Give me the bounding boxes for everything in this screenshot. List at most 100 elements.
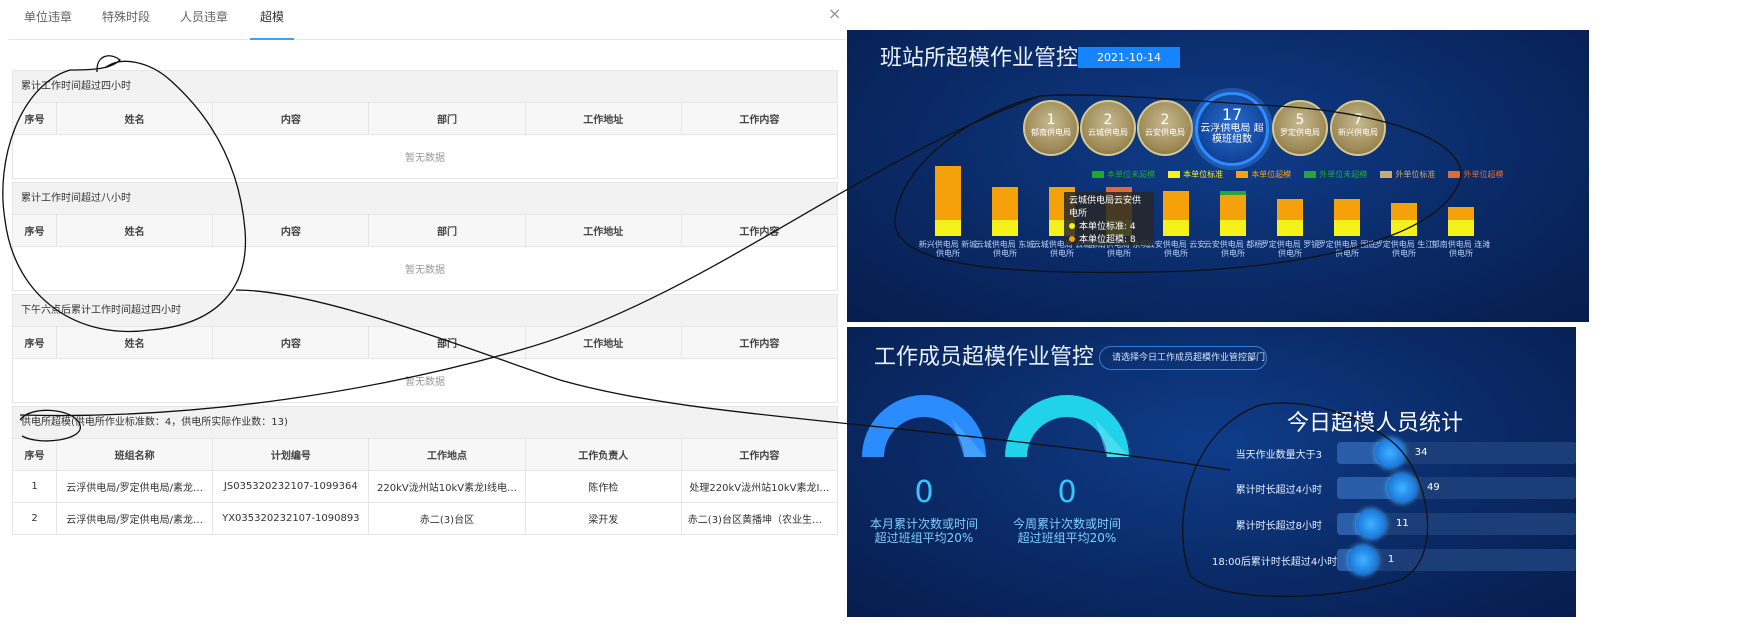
- tab-special-period[interactable]: 特殊时段: [92, 0, 160, 40]
- column-header[interactable]: 工作地址: [524, 102, 682, 135]
- bar-segment[interactable]: [992, 219, 1018, 236]
- data-table: 序号 班组名称 计划编号 工作地点 工作负责人 工作内容 1 云浮供电局/罗定供…: [11, 438, 839, 535]
- bubble-yuncheng[interactable]: 2 云城供电局: [1080, 100, 1136, 156]
- bar-segment[interactable]: [1277, 199, 1303, 220]
- bar-segment[interactable]: [1334, 199, 1360, 220]
- tab-unit-violation[interactable]: 单位违章: [14, 0, 82, 40]
- bar-segment[interactable]: [1391, 203, 1417, 220]
- column-header[interactable]: 内容: [212, 102, 370, 135]
- legend-item[interactable]: 外单位超模: [1448, 169, 1503, 180]
- legend-label: 外单位超模: [1463, 170, 1504, 179]
- tooltip-dot: [1069, 223, 1075, 229]
- bar-segment[interactable]: [992, 186, 1018, 220]
- date-badge[interactable]: 2021-10-14: [1078, 47, 1180, 68]
- column-header[interactable]: 序号: [11, 214, 58, 247]
- bubble-count: 2: [1103, 112, 1113, 128]
- column-header[interactable]: 姓名: [56, 214, 214, 247]
- column-header[interactable]: 内容: [212, 326, 370, 359]
- column-header[interactable]: 工作内容: [680, 214, 839, 247]
- section-station-overload: 供电所超模(供电所作业标准数：4，供电所实际作业数：13) 序号 班组名称 计划…: [11, 406, 839, 535]
- bar-segment[interactable]: [935, 166, 961, 220]
- column-header[interactable]: 工作地址: [524, 326, 682, 359]
- column-header[interactable]: 姓名: [56, 102, 214, 135]
- data-table: 序号 姓名 内容 部门 工作地址 工作内容 暂无数据: [11, 102, 839, 179]
- bubble-total[interactable]: 17 云浮供电局 超模班组数: [1195, 92, 1269, 166]
- bar-segment[interactable]: [1277, 219, 1303, 236]
- stat-knob: [1347, 545, 1378, 575]
- gauge-graphics: [862, 395, 1129, 457]
- legend-item[interactable]: 本单位未超模: [1092, 169, 1155, 180]
- bar-segment[interactable]: [1220, 194, 1246, 220]
- cell-plan-no: YX035320232107-1090893: [212, 502, 370, 535]
- bubble-luoding[interactable]: 5 罗定供电局: [1272, 100, 1328, 156]
- cell-location: 赤二(3)台区: [368, 502, 526, 535]
- legend-item[interactable]: 本单位超模: [1236, 169, 1291, 180]
- column-header[interactable]: 序号: [11, 438, 58, 471]
- tab-personnel-violation[interactable]: 人员违章: [170, 0, 238, 40]
- cell-index: 2: [11, 502, 58, 535]
- stat-label: 当天作业数量大于3: [1235, 450, 1322, 461]
- x-tick-label: 罗定供电局 生江供电所: [1374, 240, 1434, 258]
- cell-team: 云浮供电局/罗定供电局/素龙…: [56, 470, 214, 503]
- table-row[interactable]: 2 云浮供电局/罗定供电局/素龙… YX035320232107-1090893…: [11, 502, 839, 535]
- bar-segment[interactable]: [1220, 219, 1246, 236]
- tooltip-line-overload: 本单位超模: 8: [1069, 234, 1149, 247]
- gauge-caption-line: 本月累计次数或时间: [869, 517, 978, 531]
- column-header[interactable]: 计划编号: [212, 438, 370, 471]
- bubble-xinxing[interactable]: 7 新兴供电局: [1330, 100, 1386, 156]
- gauge-caption-line: 超过班组平均20%: [874, 531, 974, 545]
- bubble-label: 郁南供电局: [1031, 128, 1071, 137]
- column-header[interactable]: 部门: [368, 214, 526, 247]
- gauge-caption-line: 今周累计次数或时间: [1012, 517, 1121, 531]
- cell-location: 220kV泷州站10kV素龙Ⅰ线电…: [368, 470, 526, 503]
- bar-segment[interactable]: [1163, 190, 1189, 220]
- bar-segment[interactable]: [1163, 219, 1189, 236]
- chart-legend: 本单位未超模 本单位标准 本单位超模 外单位未超模 外单位标准 外单位超模: [1092, 164, 1511, 179]
- data-table: 序号 姓名 内容 部门 工作地址 工作内容 暂无数据: [11, 214, 839, 291]
- bar-segment[interactable]: [1391, 219, 1417, 236]
- bar-segment[interactable]: [935, 219, 961, 236]
- bar-segment[interactable]: [1220, 190, 1246, 195]
- column-header[interactable]: 姓名: [56, 326, 214, 359]
- column-header[interactable]: 工作地址: [524, 214, 682, 247]
- bubble-yunan-station[interactable]: 2 云安供电局: [1137, 100, 1193, 156]
- column-header[interactable]: 序号: [11, 326, 58, 359]
- column-header[interactable]: 内容: [212, 214, 370, 247]
- close-icon[interactable]: ×: [828, 6, 841, 22]
- gauge-value-week: 0: [1057, 475, 1077, 510]
- cell-index: 1: [11, 470, 58, 503]
- bar-segment[interactable]: [1448, 219, 1474, 236]
- stat-value: 11: [1395, 518, 1409, 529]
- bar-segment[interactable]: [1334, 219, 1360, 236]
- bar-segment[interactable]: [1448, 207, 1474, 220]
- x-tick-label: 云安供电局 都杨供电所: [1203, 240, 1263, 258]
- column-header[interactable]: 工作内容: [680, 438, 839, 471]
- section-title: 累计工作时间超过四小时: [12, 70, 838, 102]
- legend-item[interactable]: 外单位标准: [1380, 169, 1435, 180]
- column-header[interactable]: 部门: [368, 102, 526, 135]
- column-header[interactable]: 序号: [11, 102, 58, 135]
- column-header[interactable]: 工作负责人: [524, 438, 682, 471]
- stat-bar-track: [1337, 477, 1576, 499]
- bubble-yunan[interactable]: 1 郁南供电局: [1023, 100, 1079, 156]
- tab-overload[interactable]: 超模: [250, 0, 295, 40]
- cell-plan-no: JS035320232107-1099364: [212, 470, 370, 503]
- stat-label: 累计时长超过8小时: [1235, 521, 1322, 532]
- table-row[interactable]: 1 云浮供电局/罗定供电局/素龙… JS035320232107-1099364…: [11, 470, 839, 503]
- empty-state: 暂无数据: [12, 134, 838, 179]
- column-header[interactable]: 部门: [368, 326, 526, 359]
- legend-swatch: [1092, 171, 1104, 178]
- legend-swatch: [1168, 171, 1181, 178]
- section-over-4-hours: 累计工作时间超过四小时 序号 姓名 内容 部门 工作地址 工作内容 暂无数据: [11, 70, 839, 179]
- cell-content: 赤二(3)台区黄播坤（农业生产…: [680, 502, 839, 535]
- stat-value: 1: [1387, 554, 1395, 565]
- column-header[interactable]: 班组名称: [56, 438, 214, 471]
- bubble-label: 云城供电局: [1088, 128, 1128, 137]
- column-header[interactable]: 工作内容: [680, 326, 839, 359]
- legend-item[interactable]: 外单位未超模: [1304, 169, 1367, 180]
- section-over-8-hours: 累计工作时间超过八小时 序号 姓名 内容 部门 工作地址 工作内容 暂无数据: [11, 182, 839, 291]
- column-header[interactable]: 工作地点: [368, 438, 526, 471]
- column-header[interactable]: 工作内容: [680, 102, 839, 135]
- legend-swatch: [1304, 171, 1317, 178]
- legend-item[interactable]: 本单位标准: [1168, 169, 1223, 180]
